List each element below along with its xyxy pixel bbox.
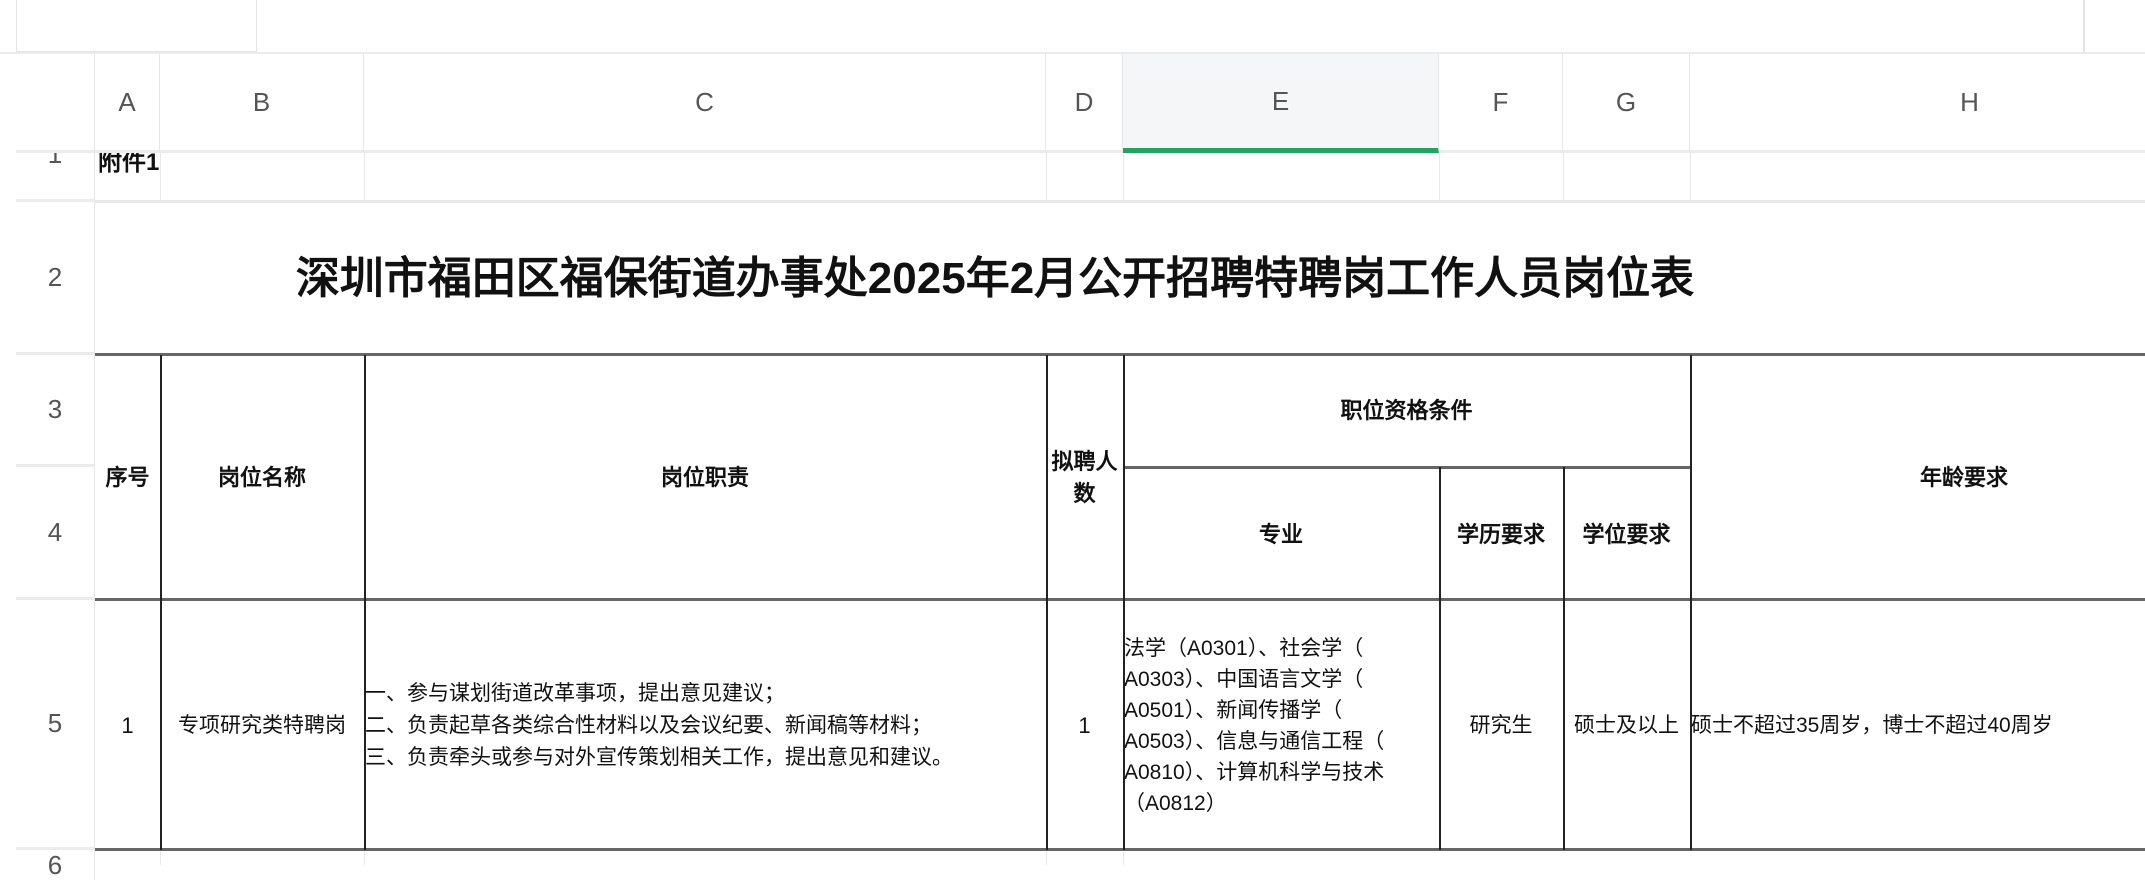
major-line: A0503）、信息与通信工程（ bbox=[1124, 729, 1385, 753]
gridline bbox=[1046, 851, 1047, 865]
cell-education[interactable]: 研究生 bbox=[1439, 601, 1563, 850]
border bbox=[1563, 467, 1565, 850]
header-education[interactable]: 学历要求 bbox=[1439, 469, 1563, 600]
header-duties[interactable]: 岗位职责 bbox=[364, 356, 1046, 600]
header-qualifications[interactable]: 职位资格条件 bbox=[1123, 356, 1690, 466]
select-all-corner[interactable] bbox=[16, 54, 95, 153]
cell-count[interactable]: 1 bbox=[1046, 601, 1123, 850]
row-number: 1 bbox=[47, 153, 63, 169]
gridline bbox=[364, 153, 365, 202]
gridline bbox=[160, 851, 161, 865]
major-line: （A0812） bbox=[1124, 791, 1227, 815]
border bbox=[364, 355, 366, 850]
border bbox=[1123, 355, 1125, 850]
major-line: A0501）、新闻传播学（ bbox=[1124, 698, 1343, 722]
duty-line: 一、参与谋划街道改革事项，提出意见建议； bbox=[365, 681, 785, 705]
gridline bbox=[1123, 153, 1124, 202]
header-post-name[interactable]: 岗位名称 bbox=[160, 356, 364, 600]
column-header-d[interactable]: D bbox=[1046, 54, 1123, 153]
gridline bbox=[1563, 153, 1564, 202]
gridline bbox=[364, 851, 365, 865]
row-header-4[interactable]: 4 bbox=[16, 467, 95, 600]
major-line: A0303）、中国语言文学（ bbox=[1124, 667, 1364, 691]
cell-seq[interactable]: 1 bbox=[95, 601, 160, 850]
header-degree[interactable]: 学位要求 bbox=[1563, 469, 1690, 600]
row-header-2[interactable]: 2 bbox=[16, 202, 95, 355]
border bbox=[160, 355, 162, 850]
border bbox=[95, 848, 2145, 851]
sheet-title[interactable]: 深圳市福田区福保街道办事处2025年2月公开招聘特聘岗工作人员岗位表 bbox=[95, 203, 1895, 355]
row-header-6[interactable]: 6 bbox=[16, 850, 95, 880]
column-header-g[interactable]: G bbox=[1563, 54, 1690, 153]
cell-post-name[interactable]: 专项研究类特聘岗 bbox=[160, 601, 364, 850]
cell-a1[interactable]: 附件1 bbox=[98, 153, 159, 202]
cell-age[interactable]: 硕士不超过35周岁，博士不超过40周岁 bbox=[1691, 601, 2145, 850]
gridline bbox=[160, 153, 161, 202]
border bbox=[1439, 467, 1441, 850]
header-seq[interactable]: 序号 bbox=[95, 356, 160, 600]
major-line: A0810）、计算机科学与技术 bbox=[1124, 760, 1385, 784]
cell-duties[interactable]: 一、参与谋划街道改革事项，提出意见建议； 二、负责起草各类综合性材料以及会议纪要… bbox=[365, 601, 1046, 850]
toolbar bbox=[0, 0, 2145, 54]
border bbox=[1690, 355, 1692, 850]
header-age[interactable]: 年龄要求 bbox=[1690, 356, 2145, 600]
gridline bbox=[1123, 851, 1124, 865]
column-header-a[interactable]: A bbox=[95, 54, 160, 153]
row-header-1[interactable]: 1 bbox=[16, 153, 95, 202]
header-count[interactable]: 拟聘人数 bbox=[1046, 356, 1123, 600]
header-major[interactable]: 专业 bbox=[1123, 469, 1439, 600]
name-box[interactable] bbox=[16, 0, 257, 52]
column-header-c[interactable]: C bbox=[364, 54, 1046, 153]
row-header-3[interactable]: 3 bbox=[16, 355, 95, 467]
cell-major[interactable]: 法学（A0301）、社会学（ A0303）、中国语言文学（ A0501）、新闻传… bbox=[1124, 601, 1439, 850]
cell-degree[interactable]: 硕士及以上 bbox=[1563, 601, 1690, 850]
major-line: 法学（A0301）、社会学（ bbox=[1124, 636, 1364, 660]
gridline bbox=[1690, 153, 1691, 202]
gridline bbox=[1439, 153, 1440, 202]
column-header-h[interactable]: H bbox=[1690, 54, 2145, 153]
duty-line: 二、负责起草各类综合性材料以及会议纪要、新闻稿等材料； bbox=[365, 713, 932, 737]
column-header-e[interactable]: E bbox=[1123, 54, 1439, 153]
border bbox=[1046, 355, 1048, 850]
duty-line: 三、负责牵头或参与对外宣传策划相关工作，提出意见和建议。 bbox=[365, 745, 953, 769]
column-header-f[interactable]: F bbox=[1439, 54, 1563, 153]
border bbox=[1123, 466, 1690, 469]
row-header-5[interactable]: 5 bbox=[16, 600, 95, 850]
toolbar-divider bbox=[2083, 0, 2085, 52]
column-header-b[interactable]: B bbox=[160, 54, 364, 153]
gridline bbox=[1046, 153, 1047, 202]
